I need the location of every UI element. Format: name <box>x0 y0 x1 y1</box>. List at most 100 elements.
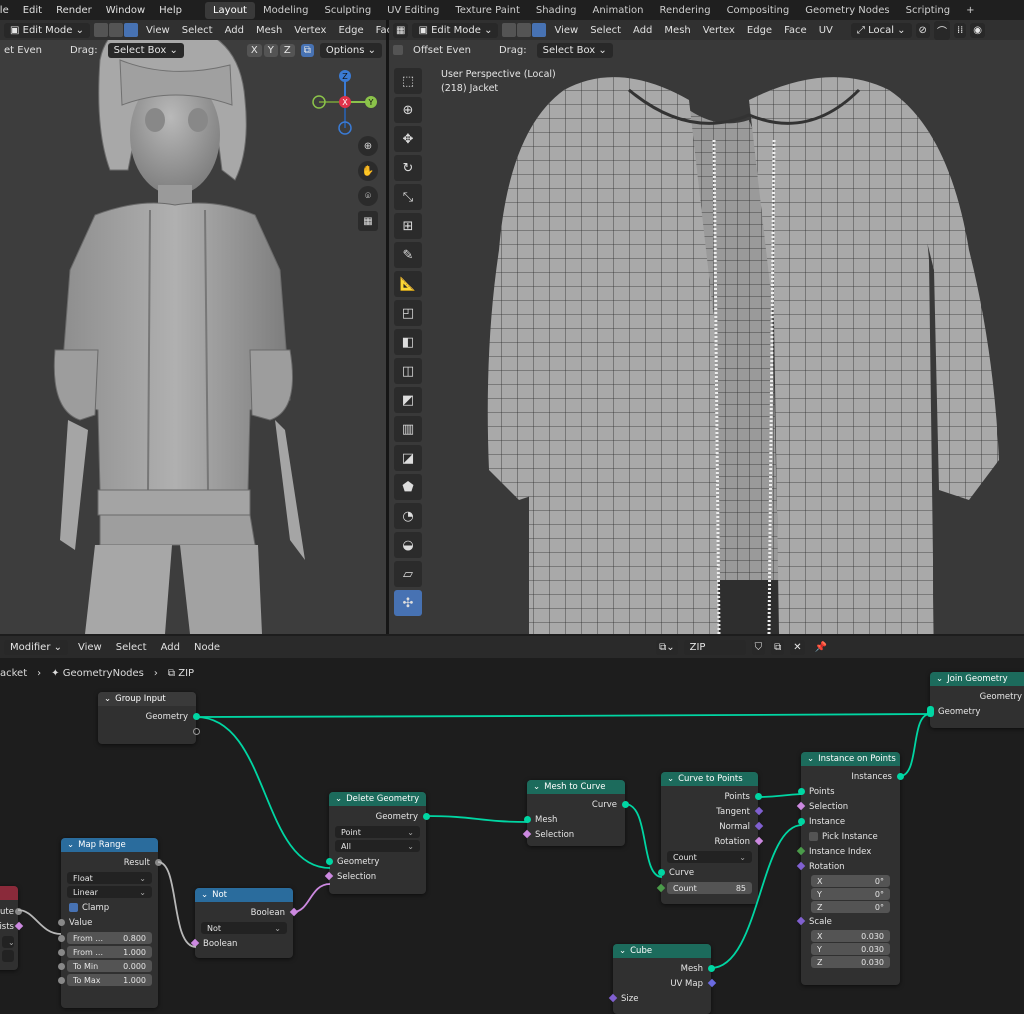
delete-domain-dropdown[interactable]: Point <box>335 826 420 838</box>
socket[interactable] <box>896 773 904 780</box>
scale-z-field[interactable]: Z 0.030 <box>811 956 890 968</box>
curve-to-points-node[interactable]: ⌄ Curve to Points Points Tangent Normal … <box>656 772 763 904</box>
shear-tool-icon[interactable]: ▱ <box>394 561 422 587</box>
node-menu-add[interactable]: Add <box>157 642 184 653</box>
mirror-x-button[interactable]: X <box>246 43 262 57</box>
tab-uv-editing[interactable]: UV Editing <box>379 2 447 19</box>
node-menu-node[interactable]: Node <box>190 642 224 653</box>
duplicate-icon[interactable]: ⧉ <box>771 639 785 655</box>
group-input-header[interactable]: ⌄ Group Input <box>98 692 196 706</box>
right-vertex-select-icon[interactable] <box>502 23 517 37</box>
socket[interactable] <box>621 801 629 808</box>
pan-hand-icon[interactable]: ✋ <box>358 161 378 181</box>
add-workspace-button[interactable]: + <box>958 2 982 19</box>
node-tree-browse-icon[interactable]: ⧉⌄ <box>656 639 678 655</box>
options-dropdown[interactable]: Options ⌄ <box>319 42 382 58</box>
tab-layout[interactable]: Layout <box>204 1 255 19</box>
fake-user-shield-icon[interactable]: ⛉ <box>751 639 766 655</box>
tab-modeling[interactable]: Modeling <box>255 2 317 19</box>
snap-icon[interactable]: ⌒ <box>933 20 950 40</box>
to-min-field[interactable]: To Min 0.000 <box>57 960 152 972</box>
proportional-edit-icon[interactable]: ◉ <box>970 22 986 38</box>
socket[interactable] <box>926 706 934 717</box>
map-range-node[interactable]: ⌄ Map Range Result Float Linear Clamp Va… <box>57 838 162 1008</box>
instance-on-points-header[interactable]: ⌄ Instance on Points <box>801 752 900 766</box>
left-viewport[interactable]: Z Y X ⊕ ✋ ⌾ ▦ <box>0 20 386 634</box>
scale-x-field[interactable]: X 0.030 <box>811 930 890 942</box>
menu-window[interactable]: Window <box>99 5 152 16</box>
right-mode-dropdown[interactable]: ▣ Edit Mode ⌄ <box>412 22 499 38</box>
select-mode-buttons[interactable] <box>94 23 138 37</box>
measure-tool-icon[interactable]: 📐 <box>394 271 422 297</box>
socket[interactable] <box>57 949 65 956</box>
not-header[interactable]: ⌄ Not <box>195 888 293 902</box>
unlink-close-icon[interactable]: ✕ <box>790 639 805 655</box>
socket[interactable] <box>325 858 333 865</box>
right-menu-add[interactable]: Add <box>629 25 656 36</box>
right-select-mode-buttons[interactable] <box>502 23 547 37</box>
right-menu-uv[interactable]: UV <box>815 25 837 36</box>
menu-edge[interactable]: Edge <box>334 25 367 36</box>
socket[interactable] <box>154 859 162 866</box>
breadcrumb-modifier[interactable]: ✦ GeometryNodes <box>51 668 144 679</box>
scale-y-field[interactable]: Y 0.030 <box>811 943 890 955</box>
socket[interactable] <box>192 728 200 735</box>
drag-select-dropdown[interactable]: Select Box ⌄ <box>107 42 184 58</box>
map-range-header[interactable]: ⌄ Map Range <box>61 838 158 852</box>
mirror-z-button[interactable]: Z <box>279 43 295 57</box>
not-operation-dropdown[interactable]: Not <box>201 922 287 934</box>
spin-tool-icon[interactable]: ◔ <box>394 503 422 529</box>
offset-even-label[interactable]: et Even <box>4 45 46 56</box>
navigation-gizmo[interactable]: Z Y X <box>310 70 380 140</box>
tab-scripting[interactable]: Scripting <box>898 2 958 19</box>
transform-orientation-dropdown[interactable]: ⤢ Local ⌄ <box>850 22 912 38</box>
right-menu-mesh[interactable]: Mesh <box>660 25 694 36</box>
curve-to-points-header[interactable]: ⌄ Curve to Points <box>661 772 758 786</box>
mesh-to-curve-node[interactable]: ⌄ Mesh to Curve Curve Mesh Selection <box>522 780 629 846</box>
inset-tool-icon[interactable]: ◫ <box>394 358 422 384</box>
loop-cut-tool-icon[interactable]: ▥ <box>394 416 422 442</box>
partial-dropdown[interactable] <box>2 936 14 948</box>
right-edge-select-icon[interactable] <box>517 23 532 37</box>
instance-on-points-node[interactable]: ⌄ Instance on Points Instances Points Se… <box>796 752 904 985</box>
from-max-field[interactable]: From ... 1.000 <box>57 946 152 958</box>
cursor-tool-icon[interactable]: ⊕ <box>394 97 422 123</box>
select-box-tool-icon[interactable]: ⬚ <box>394 68 422 94</box>
face-select-icon[interactable] <box>124 23 138 37</box>
socket[interactable] <box>57 935 65 942</box>
curve-to-points-mode-dropdown[interactable]: Count <box>667 851 752 863</box>
menu-view[interactable]: View <box>142 25 174 36</box>
right-menu-vertex[interactable]: Vertex <box>699 25 739 36</box>
boolean-not-node[interactable]: ⌄ Not Boolean Not Boolean <box>190 888 298 958</box>
menu-add[interactable]: Add <box>221 25 248 36</box>
group-input-node[interactable]: ⌄ Group Input Geometry <box>98 692 200 744</box>
smooth-tool-icon[interactable]: ◒ <box>394 532 422 558</box>
menu-help[interactable]: Help <box>152 5 189 16</box>
rotation-x-field[interactable]: X 0° <box>811 875 890 887</box>
map-range-type-dropdown[interactable]: Float <box>67 872 152 884</box>
grid-view-icon[interactable]: ▦ <box>358 211 378 231</box>
menu-vertex[interactable]: Vertex <box>290 25 330 36</box>
breadcrumb-object[interactable]: acket <box>0 668 27 679</box>
transform-tool-icon[interactable]: ⊞ <box>394 213 422 239</box>
right-menu-edge[interactable]: Edge <box>743 25 776 36</box>
move-tool-icon[interactable]: ✥ <box>394 126 422 152</box>
mirror-y-button[interactable]: Y <box>263 43 278 57</box>
node-tree-name-field[interactable]: ZIP <box>683 639 746 655</box>
node-menu-select[interactable]: Select <box>112 642 151 653</box>
mesh-to-curve-header[interactable]: ⌄ Mesh to Curve <box>527 780 625 794</box>
socket[interactable] <box>57 919 65 926</box>
annotate-tool-icon[interactable]: ✎ <box>394 242 422 268</box>
partial-node[interactable]: ute ists <box>0 886 23 970</box>
zoom-icon[interactable]: ⊕ <box>358 136 378 156</box>
socket[interactable] <box>422 813 430 820</box>
socket[interactable] <box>797 818 805 825</box>
tab-animation[interactable]: Animation <box>585 2 652 19</box>
tab-texture-paint[interactable]: Texture Paint <box>447 2 528 19</box>
rotate-tool-icon[interactable]: ↻ <box>394 155 422 181</box>
join-geometry-header[interactable]: ⌄ Join Geometry <box>930 672 1024 686</box>
clamp-checkbox[interactable] <box>69 903 78 912</box>
rotation-y-field[interactable]: Y 0° <box>811 888 890 900</box>
cube-node[interactable]: ⌄ Cube Mesh UV Map Size <box>608 944 716 1014</box>
menu-select[interactable]: Select <box>178 25 217 36</box>
